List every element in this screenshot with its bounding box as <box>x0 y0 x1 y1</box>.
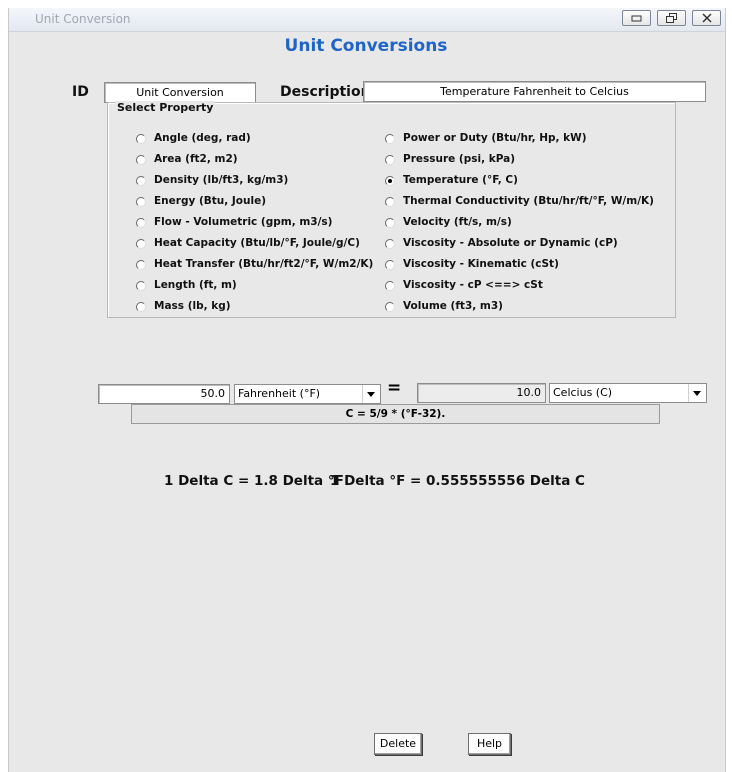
radio-option-label: Volume (ft3, m3) <box>403 300 503 312</box>
description-field[interactable]: Temperature Fahrenheit to Celcius <box>363 81 706 102</box>
delta-f-to-c-text: 1 Delta °F = 0.555555556 Delta C <box>330 473 585 489</box>
radio-button-icon[interactable] <box>136 218 146 228</box>
chevron-down-icon[interactable] <box>362 385 380 403</box>
radio-option-label: Energy (Btu, Joule) <box>154 195 267 207</box>
radio-option-label: Velocity (ft/s, m/s) <box>403 216 512 228</box>
radio-button-icon[interactable] <box>385 155 395 165</box>
radio-option-label: Heat Capacity (Btu/lb/°F, Joule/g/C) <box>154 237 360 249</box>
radio-option-label: Pressure (psi, kPa) <box>403 153 516 165</box>
radio-button-icon[interactable] <box>136 155 146 165</box>
radio-button-icon[interactable] <box>385 197 395 207</box>
description-label: Description <box>280 84 371 100</box>
radio-button-icon[interactable] <box>136 281 146 291</box>
radio-button-icon[interactable] <box>136 134 146 144</box>
radio-option-label: Power or Duty (Btu/hr, Hp, kW) <box>403 132 587 144</box>
radio-button-icon[interactable] <box>136 302 146 312</box>
radio-option-label: Angle (deg, rad) <box>154 132 251 144</box>
property-group-label: Select Property <box>115 101 216 114</box>
radio-button-icon[interactable] <box>385 239 395 249</box>
radio-option-label: Flow - Volumetric (gpm, m3/s) <box>154 216 333 228</box>
to-unit-value: Celcius (C) <box>553 386 613 399</box>
id-label: ID <box>72 84 89 100</box>
chevron-down-icon[interactable] <box>688 384 706 402</box>
radio-button-icon[interactable] <box>385 302 395 312</box>
close-button[interactable] <box>692 10 721 26</box>
formula-display: C = 5/9 * (°F-32). <box>131 404 660 424</box>
radio-button-icon[interactable] <box>136 260 146 270</box>
minimize-button[interactable] <box>622 10 651 26</box>
radio-option-label: Heat Transfer (Btu/hr/ft2/°F, W/m2/K) <box>154 258 374 270</box>
radio-option-label: Temperature (°F, C) <box>403 174 518 186</box>
radio-option-label: Thermal Conductivity (Btu/hr/ft/°F, W/m/… <box>403 195 654 207</box>
close-icon <box>702 13 712 23</box>
input-value-field[interactable]: 50.0 <box>98 384 230 404</box>
window-title: Unit Conversion <box>35 12 131 26</box>
radio-button-icon[interactable] <box>136 176 146 186</box>
radio-button-icon[interactable] <box>385 134 395 144</box>
page-title: Unit Conversions <box>284 36 448 56</box>
radio-button-icon[interactable] <box>385 218 395 228</box>
radio-option-label: Mass (lb, kg) <box>154 300 231 312</box>
restore-icon <box>666 13 677 23</box>
equals-sign: = <box>387 378 402 398</box>
radio-option-label: Length (ft, m) <box>154 279 237 291</box>
radio-button-icon[interactable] <box>385 281 395 291</box>
restore-button[interactable] <box>657 10 686 26</box>
from-unit-select[interactable]: Fahrenheit (°F) <box>234 384 381 404</box>
title-bar: Unit Conversion <box>9 8 725 32</box>
radio-option-label: Viscosity - cP <==> cSt <box>403 279 543 291</box>
minimize-icon <box>631 15 642 22</box>
radio-option-label: Viscosity - Absolute or Dynamic (cP) <box>403 237 618 249</box>
delete-button[interactable]: Delete <box>374 733 422 755</box>
radio-option-label: Density (lb/ft3, kg/m3) <box>154 174 289 186</box>
delta-c-to-f-text: 1 Delta C = 1.8 Delta °F <box>164 473 344 489</box>
radio-button-icon[interactable] <box>385 260 395 270</box>
radio-button-icon[interactable] <box>136 197 146 207</box>
id-field[interactable]: Unit Conversion <box>104 82 256 103</box>
output-value-field: 10.0 <box>417 383 546 403</box>
from-unit-value: Fahrenheit (°F) <box>238 387 321 400</box>
radio-option-label: Area (ft2, m2) <box>154 153 238 165</box>
radio-button-icon[interactable] <box>385 176 395 186</box>
radio-option-label: Viscosity - Kinematic (cSt) <box>403 258 559 270</box>
help-button[interactable]: Help <box>468 733 511 755</box>
to-unit-select[interactable]: Celcius (C) <box>549 383 707 403</box>
radio-button-icon[interactable] <box>136 239 146 249</box>
